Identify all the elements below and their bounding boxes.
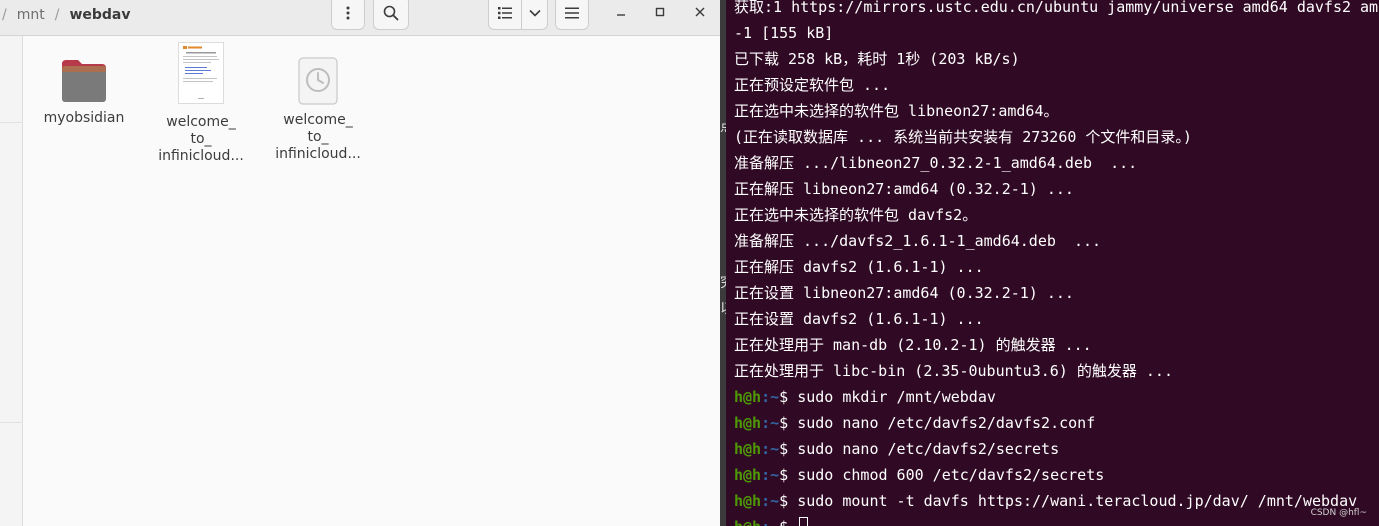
- breadcrumb-item-mnt[interactable]: mnt: [17, 7, 45, 23]
- terminal-output-line: 正在处理用于 libc-bin (2.35-0ubuntu3.6) 的触发器 .…: [734, 362, 1173, 380]
- terminal-command-line: h@h:~$ sudo chmod 600 /etc/davfs2/secret…: [734, 462, 1379, 488]
- prompt-path: :~: [761, 518, 779, 526]
- terminal-output-line: 正在设置 davfs2 (1.6.1-1) ...: [734, 310, 984, 328]
- close-button[interactable]: [684, 0, 716, 24]
- terminal-command-line: h@h:~$ sudo mkdir /mnt/webdav: [734, 384, 1379, 410]
- terminal-command-line: h@h:~$ sudo nano /etc/davfs2/davfs2.conf: [734, 410, 1379, 436]
- close-icon: [695, 7, 705, 17]
- command-text: sudo nano /etc/davfs2/secrets: [797, 440, 1060, 458]
- search-button[interactable]: [373, 0, 409, 30]
- prompt-symbol: $: [779, 440, 798, 458]
- file-item-welcome-other[interactable]: welcome_ to_ infinicloud...: [263, 57, 373, 163]
- terminal-output-line: (正在读取数据库 ... 系统当前共安装有 273260 个文件和目录。): [734, 128, 1192, 146]
- file-label-line: welcome_: [283, 112, 353, 128]
- command-text: sudo mkdir /mnt/webdav: [797, 388, 996, 406]
- clock-file-icon: [298, 57, 338, 105]
- terminal-output-line: 正在选中未选择的软件包 davfs2。: [734, 206, 978, 224]
- terminal-output-line: 准备解压 .../libneon27_0.32.2-1_amd64.deb ..…: [734, 154, 1138, 172]
- terminal-command-line: h@h:~$ sudo mount -t davfs https://wani.…: [734, 488, 1379, 514]
- file-manager-window: / mnt / webdav myobsidian welcome_ to_ i…: [0, 0, 720, 526]
- command-text: sudo chmod 600 /etc/davfs2/secrets: [797, 466, 1105, 484]
- file-label: myobsidian: [29, 110, 139, 127]
- file-label-line: to_: [190, 131, 212, 147]
- pdf-thumbnail-icon: [178, 42, 224, 104]
- terminal-output-line: 正在处理用于 man-db (2.10.2-1) 的触发器 ...: [734, 336, 1092, 354]
- prompt-path: :~: [761, 466, 780, 484]
- terminal-window[interactable]: 获取:1 https://mirrors.ustc.edu.cn/ubuntu …: [726, 0, 1379, 526]
- prompt-user: h@h: [734, 388, 762, 406]
- terminal-output-line: 获取:1 https://mirrors.ustc.edu.cn/ubuntu …: [734, 0, 1379, 16]
- command-text: sudo mount -t davfs https://wani.teraclo…: [797, 492, 1358, 510]
- watermark: CSDN @hfl~: [1310, 508, 1367, 518]
- view-mode-button[interactable]: [488, 0, 522, 30]
- prompt-symbol: $: [779, 414, 798, 432]
- command-text: sudo nano /etc/davfs2/davfs2.conf: [797, 414, 1096, 432]
- breadcrumb-separator: /: [2, 7, 7, 23]
- terminal-command-line: h@h:~$ sudo nano /etc/davfs2/secrets: [734, 436, 1379, 462]
- file-item-welcome-pdf[interactable]: welcome_ to_ infinicloud...: [146, 42, 256, 165]
- sidebar: [0, 36, 23, 526]
- file-label: welcome_ to_ infinicloud...: [263, 112, 373, 163]
- sidebar-divider: [0, 422, 23, 423]
- kebab-menu-icon: [346, 6, 350, 20]
- folder-icon: [62, 60, 106, 102]
- terminal-output: 获取:1 https://mirrors.ustc.edu.cn/ubuntu …: [734, 0, 1379, 526]
- terminal-output-line: 已下载 258 kB，耗时 1秒 (203 kB/s): [734, 50, 1020, 68]
- chevron-down-icon: [528, 9, 541, 17]
- maximize-icon: [655, 7, 665, 17]
- sidebar-divider: [0, 122, 23, 123]
- prompt-path: :~: [761, 492, 780, 510]
- terminal-output-line: -1 [155 kB]: [734, 24, 834, 42]
- file-label-line: welcome_: [166, 114, 236, 130]
- search-icon: [383, 5, 399, 21]
- terminal-output-line: 正在设置 libneon27:amd64 (0.32.2-1) ...: [734, 284, 1074, 302]
- breadcrumb: / mnt / webdav: [0, 0, 130, 30]
- terminal-command-line: h@h:~$: [734, 514, 1379, 526]
- list-view-icon: [498, 7, 512, 19]
- hamburger-menu-icon: [565, 7, 579, 19]
- file-label-line: infinicloud...: [275, 146, 361, 162]
- terminal-output-line: 正在预设定软件包 ...: [734, 76, 891, 94]
- breadcrumb-separator: /: [54, 7, 60, 23]
- file-item-myobsidian[interactable]: myobsidian: [29, 58, 139, 127]
- file-label-line: myobsidian: [43, 110, 125, 126]
- file-label: welcome_ to_ infinicloud...: [146, 114, 256, 165]
- terminal-output-line: 准备解压 .../davfs2_1.6.1-1_amd64.deb ...: [734, 232, 1102, 250]
- prompt-user: h@h: [734, 518, 761, 526]
- prompt-user: h@h: [734, 492, 762, 510]
- minimize-button[interactable]: [605, 0, 637, 24]
- prompt-user: h@h: [734, 466, 762, 484]
- main-menu-button[interactable]: [555, 0, 589, 30]
- prompt-symbol: $: [779, 492, 798, 510]
- file-manager-headerbar: / mnt / webdav: [0, 0, 720, 36]
- terminal-output-line: 正在选中未选择的软件包 libneon27:amd64。: [734, 102, 1059, 120]
- prompt-user: h@h: [734, 414, 762, 432]
- terminal-cursor[interactable]: [799, 516, 809, 526]
- terminal-output-line: 正在解压 libneon27:amd64 (0.32.2-1) ...: [734, 180, 1074, 198]
- prompt-path: :~: [761, 388, 780, 406]
- prompt-path: :~: [761, 440, 780, 458]
- path-menu-button[interactable]: [331, 0, 365, 30]
- prompt-symbol: $: [779, 388, 798, 406]
- prompt-symbol: $: [779, 466, 798, 484]
- maximize-button[interactable]: [644, 0, 676, 24]
- terminal-output-line: 正在解压 davfs2 (1.6.1-1) ...: [734, 258, 984, 276]
- minimize-icon: [617, 14, 625, 16]
- prompt-symbol: $: [779, 518, 797, 526]
- prompt-path: :~: [761, 414, 780, 432]
- file-label-line: to_: [307, 129, 329, 145]
- breadcrumb-item-webdav[interactable]: webdav: [69, 7, 130, 23]
- prompt-user: h@h: [734, 440, 762, 458]
- file-label-line: infinicloud...: [158, 148, 244, 164]
- view-options-dropdown[interactable]: [521, 0, 548, 30]
